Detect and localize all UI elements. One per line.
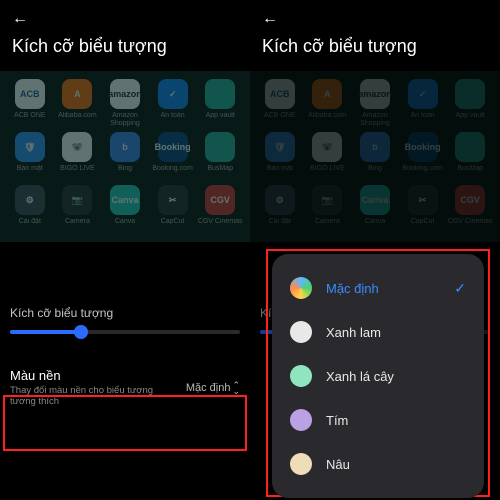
color-option[interactable]: Xanh lá cây bbox=[272, 354, 484, 398]
page-title: Kích cỡ biểu tượng bbox=[262, 36, 488, 57]
color-swatch bbox=[290, 365, 312, 387]
color-option[interactable]: Tím bbox=[272, 398, 484, 442]
bg-value: Mặc định ⌃⌄ bbox=[186, 382, 240, 395]
color-label: Tím bbox=[326, 413, 466, 428]
color-option[interactable]: Nâu bbox=[272, 442, 484, 486]
color-swatch bbox=[290, 453, 312, 475]
bg-desc: Thay đổi màu nền cho biểu tượng tương th… bbox=[10, 385, 170, 408]
check-icon: ✓ bbox=[454, 280, 466, 297]
apps-preview-grid: ACBACB ONEAAlibaba.comamazonAmazon Shopp… bbox=[0, 71, 250, 242]
size-slider[interactable] bbox=[10, 330, 240, 334]
color-swatch bbox=[290, 277, 312, 299]
color-option[interactable]: Xanh lam bbox=[272, 310, 484, 354]
chevron-updown-icon: ⌃⌄ bbox=[232, 382, 240, 395]
bg-title: Màu nền bbox=[10, 368, 170, 383]
size-slider-label: Kích cỡ biểu tượng bbox=[10, 306, 240, 320]
color-option[interactable]: Mặc định ✓ bbox=[272, 266, 484, 310]
back-button[interactable]: ← bbox=[262, 10, 488, 28]
settings-screen-right: ← Kích cỡ biểu tượng ACBACB ONEAAlibaba.… bbox=[250, 0, 500, 500]
color-label: Nâu bbox=[326, 457, 466, 472]
color-swatch bbox=[290, 409, 312, 431]
background-color-row[interactable]: Màu nền Thay đổi màu nền cho biểu tượng … bbox=[0, 358, 250, 420]
color-label: Xanh lam bbox=[326, 325, 466, 340]
color-swatch bbox=[290, 321, 312, 343]
color-label: Mặc định bbox=[326, 281, 440, 296]
apps-preview-grid: ACBACB ONEAAlibaba.comamazonAmazon Shopp… bbox=[250, 71, 500, 242]
settings-screen-left: ← Kích cỡ biểu tượng ACBACB ONEAAlibaba.… bbox=[0, 0, 250, 500]
color-label: Xanh lá cây bbox=[326, 369, 466, 384]
page-title: Kích cỡ biểu tượng bbox=[12, 36, 238, 57]
background-color-popup: Mặc định ✓ Xanh lam Xanh lá cây Tím Nâu bbox=[272, 254, 484, 498]
back-button[interactable]: ← bbox=[12, 10, 238, 28]
